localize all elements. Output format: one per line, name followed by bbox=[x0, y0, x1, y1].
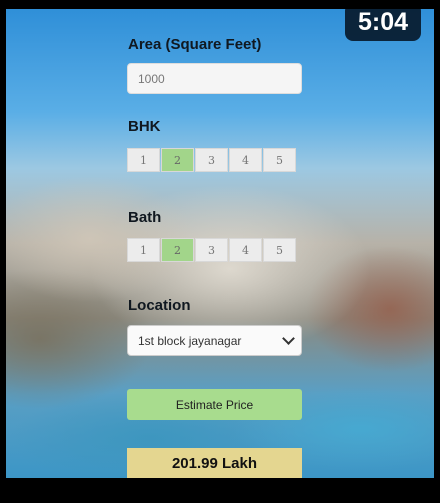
location-select-value: 1st block jayanagar bbox=[138, 333, 242, 348]
location-select[interactable]: 1st block jayanagar bbox=[127, 325, 302, 356]
top-black-bar bbox=[0, 0, 440, 9]
location-label: Location bbox=[128, 297, 191, 314]
bhk-option-2[interactable]: 2 bbox=[161, 148, 194, 172]
bottom-black-bar bbox=[0, 478, 440, 503]
video-timestamp: 5:04 bbox=[345, 9, 421, 41]
area-input-value: 1000 bbox=[138, 71, 165, 86]
area-input[interactable]: 1000 bbox=[127, 63, 302, 94]
area-label: Area (Square Feet) bbox=[128, 36, 262, 53]
left-black-edge bbox=[0, 9, 6, 478]
bath-label: Bath bbox=[128, 209, 162, 226]
estimate-price-button[interactable]: Estimate Price bbox=[127, 389, 302, 420]
bath-option-2[interactable]: 2 bbox=[161, 238, 194, 262]
bath-option-4[interactable]: 4 bbox=[229, 238, 262, 262]
bhk-option-5[interactable]: 5 bbox=[263, 148, 296, 172]
bath-option-1[interactable]: 1 bbox=[127, 238, 160, 262]
bhk-label: BHK bbox=[128, 118, 161, 135]
bhk-selector: 1 2 3 4 5 bbox=[127, 148, 297, 172]
blurred-background: 5:04 Area (Square Feet) 1000 BHK 1 2 3 4… bbox=[0, 9, 440, 478]
bath-selector: 1 2 3 4 5 bbox=[127, 238, 297, 262]
bhk-option-3[interactable]: 3 bbox=[195, 148, 228, 172]
bhk-option-1[interactable]: 1 bbox=[127, 148, 160, 172]
bhk-option-4[interactable]: 4 bbox=[229, 148, 262, 172]
chevron-down-icon bbox=[282, 332, 295, 345]
bath-option-3[interactable]: 3 bbox=[195, 238, 228, 262]
estimated-price-result: 201.99 Lakh bbox=[127, 448, 302, 478]
bath-option-5[interactable]: 5 bbox=[263, 238, 296, 262]
right-black-edge bbox=[434, 9, 440, 478]
